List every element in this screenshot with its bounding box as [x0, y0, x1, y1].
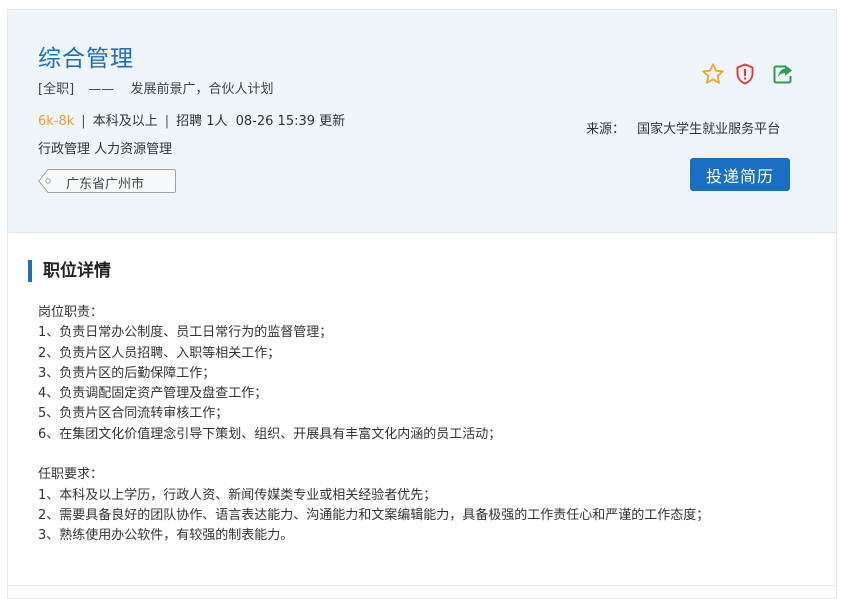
section-title: 职位详情	[28, 260, 111, 282]
source-label: 来源：	[586, 122, 626, 137]
location-tag: 广东省广州市	[38, 169, 176, 193]
meta-divider: |	[164, 114, 170, 129]
education-requirement: 本科及以上	[92, 114, 158, 129]
share-icon[interactable]	[771, 62, 795, 86]
job-type-tag: [全职]	[38, 82, 75, 97]
job-category: 行政管理 人力资源管理	[38, 142, 173, 157]
duties-heading: 岗位职责：	[38, 305, 104, 320]
subtitle-separator: ——	[88, 82, 115, 97]
job-slogan: 发展前景广，合伙人计划	[130, 82, 274, 97]
job-card: 综合管理 [全职] —— 发展前景广，合伙人计划 6k-8k | 本科及以上 | 招聘 …	[7, 9, 837, 599]
source-name: 国家大学生就业服务平台	[637, 122, 781, 137]
requirement-item: 1、本科及以上学历，行政人资、新闻传媒类专业或相关经验者优先；	[38, 487, 437, 503]
meta-divider: |	[81, 114, 86, 129]
duty-item: 6、在集团文化价值理念引导下策划、组织、开展具有丰富文化内涵的员工活动；	[38, 426, 502, 442]
recruit-count: 招聘 1人	[176, 114, 228, 129]
location-text: 广东省广州市	[66, 177, 145, 192]
update-time: 08-26 15:39 更新	[235, 114, 346, 129]
job-header: 综合管理 [全职] —— 发展前景广，合伙人计划 6k-8k | 本科及以上 | 招聘 …	[8, 10, 836, 233]
duty-item: 1、负责日常办公制度、员工日常行为的监督管理；	[38, 325, 333, 341]
star-icon[interactable]	[701, 62, 725, 86]
salary: 6k-8k	[38, 114, 75, 129]
job-subtitle: [全职] —— 发展前景广，合伙人计划	[38, 78, 273, 97]
requirements-heading: 任职要求：	[38, 467, 104, 483]
duty-item: 4、负责调配固定资产管理及盘查工作；	[38, 386, 268, 402]
requirement-item: 2、需要具备良好的团队协作、语言表达能力、沟通能力和文案编辑能力，具备极强的工作…	[38, 507, 710, 523]
job-meta: 6k-8k | 本科及以上 | 招聘 1人 08-26 15:39 更新	[38, 110, 345, 129]
apply-resume-button[interactable]: 投递简历	[690, 158, 790, 191]
duty-item: 3、负责片区的后勤保障工作；	[38, 365, 216, 381]
requirement-item: 3、熟练使用办公软件，有较强的制表能力。	[38, 528, 294, 544]
shield-alert-icon[interactable]	[733, 62, 757, 86]
duty-item: 5、负责片区合同流转审核工作；	[38, 406, 229, 422]
job-title: 综合管理	[38, 46, 134, 72]
job-source: 来源： 国家大学生就业服务平台	[586, 118, 780, 137]
divider	[8, 585, 836, 586]
duty-item: 2、负责片区人员招聘、入职等相关工作；	[38, 345, 281, 361]
job-description: 岗位职责： 1、负责日常办公制度、员工日常行为的监督管理； 2、负责片区人员招聘…	[38, 303, 818, 547]
